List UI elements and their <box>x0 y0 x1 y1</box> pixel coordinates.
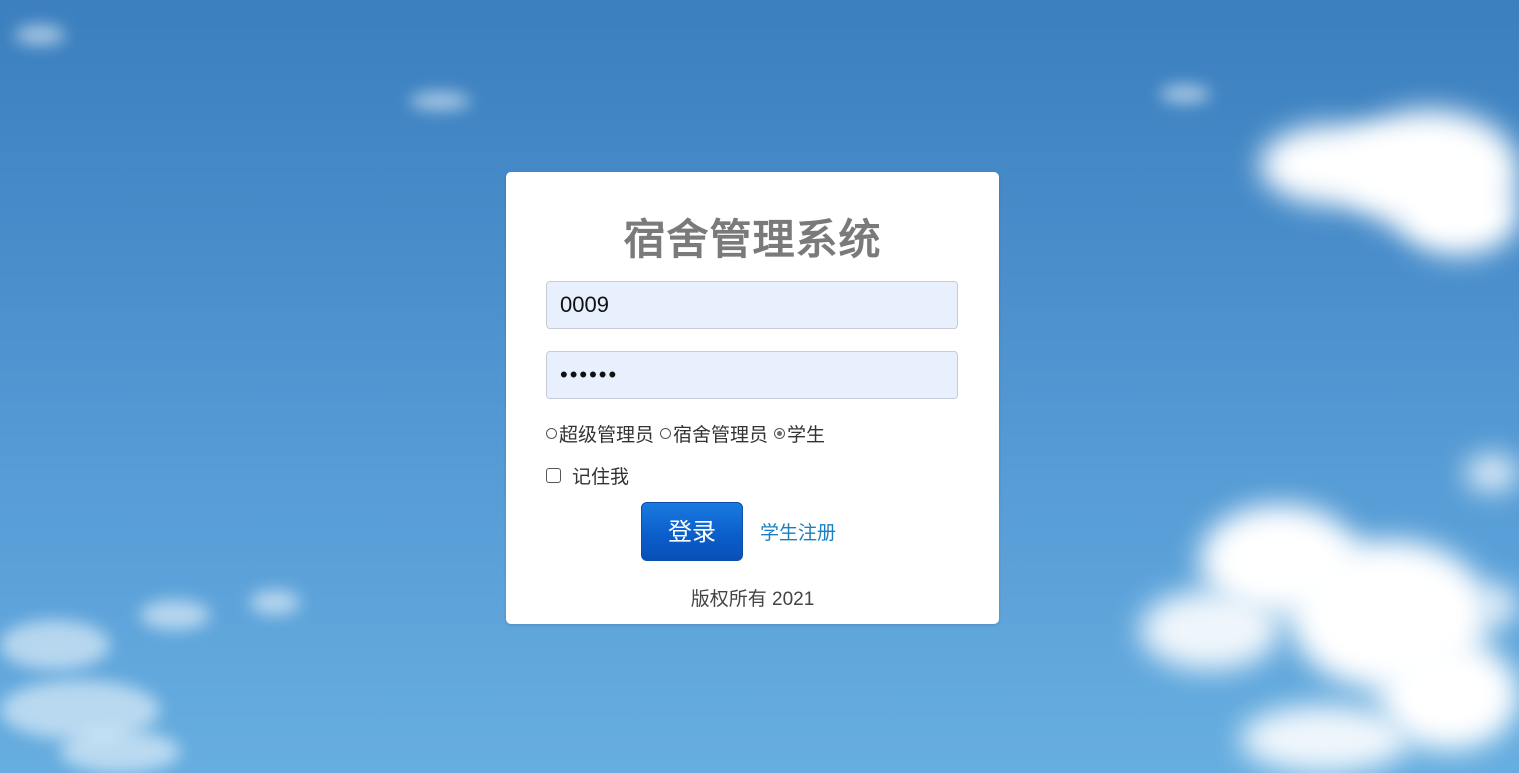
remember-me[interactable]: 记住我 <box>546 462 629 489</box>
login-panel: 宿舍管理系统 超级管理员 宿舍管理员 学生 记住我 登录 学生注册 版权所有 2… <box>506 172 999 624</box>
cloud-wisp <box>60 730 180 773</box>
role-label: 宿舍管理员 <box>673 425 769 446</box>
cloud-wisp <box>140 600 210 630</box>
role-option-student[interactable]: 学生 <box>774 420 825 447</box>
role-selector: 超级管理员 宿舍管理员 学生 <box>546 420 831 447</box>
role-option-super-admin[interactable]: 超级管理员 <box>546 420 654 447</box>
cloud-wisp <box>250 590 300 615</box>
login-button[interactable]: 登录 <box>641 502 743 561</box>
radio-button[interactable] <box>660 428 672 439</box>
cloud-wisp <box>15 25 65 45</box>
student-register-link[interactable]: 学生注册 <box>760 518 836 545</box>
cloud <box>1475 585 1519 625</box>
cloud <box>1140 590 1280 670</box>
role-label: 学生 <box>787 425 826 446</box>
cloud <box>1465 455 1519 491</box>
role-label: 超级管理员 <box>559 425 655 446</box>
copyright-text: 版权所有 2021 <box>690 589 815 610</box>
page-title: 宿舍管理系统 <box>623 216 882 263</box>
password-input[interactable] <box>546 351 958 399</box>
cloud-wisp <box>0 620 110 670</box>
cloud-wisp <box>410 92 470 110</box>
username-input[interactable] <box>546 281 958 329</box>
radio-button-selected[interactable] <box>774 428 786 439</box>
remember-me-label: 记住我 <box>572 467 630 488</box>
role-option-dorm-admin[interactable]: 宿舍管理员 <box>660 420 768 447</box>
cloud-wisp <box>1160 85 1210 103</box>
remember-me-checkbox[interactable] <box>546 468 561 483</box>
radio-button[interactable] <box>546 428 557 439</box>
cloud <box>1240 705 1410 773</box>
cloud <box>1400 175 1519 255</box>
